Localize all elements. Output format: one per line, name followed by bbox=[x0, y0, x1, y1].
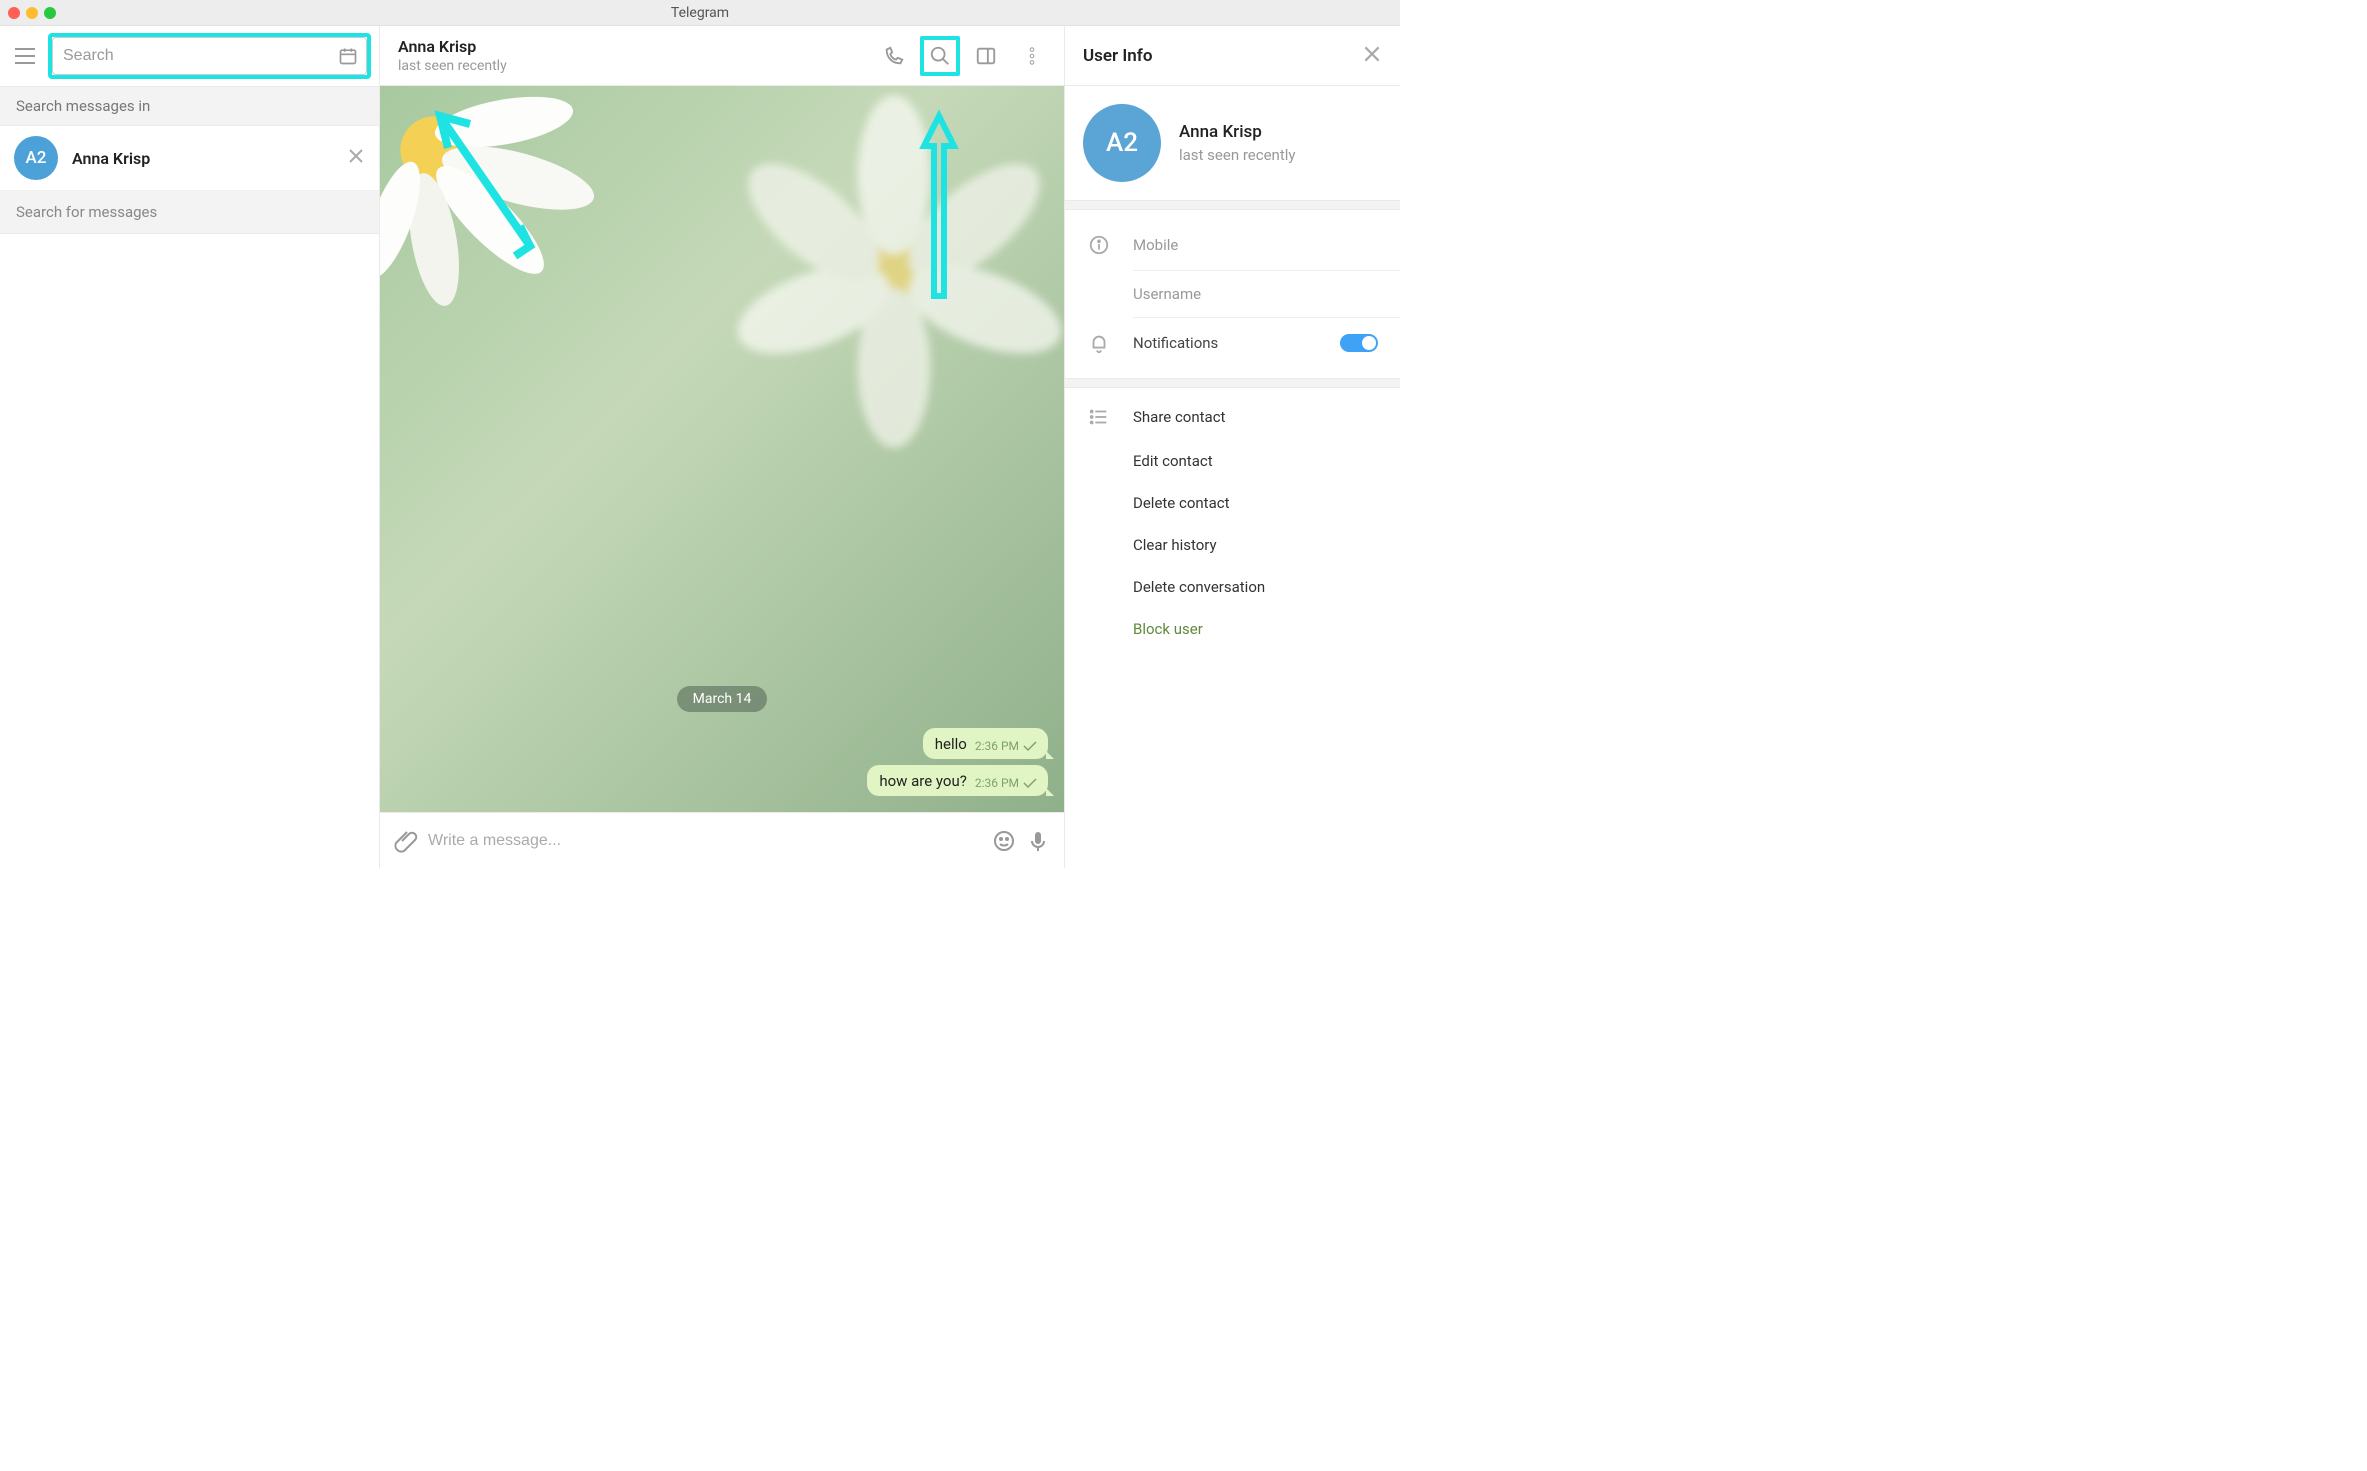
message-bubble[interactable]: how are you? 2:36 PM bbox=[867, 765, 1048, 796]
app-title: Telegram bbox=[671, 5, 729, 21]
background-flower-icon bbox=[712, 86, 1064, 448]
titlebar: Telegram bbox=[0, 0, 1400, 26]
message-time: 2:36 PM bbox=[975, 739, 1019, 753]
action-label: Block user bbox=[1133, 620, 1203, 638]
voice-button[interactable] bbox=[1026, 829, 1050, 853]
notifications-label: Notifications bbox=[1133, 334, 1318, 352]
action-label: Edit contact bbox=[1133, 452, 1213, 470]
phone-icon bbox=[883, 45, 905, 67]
maximize-window-icon[interactable] bbox=[44, 7, 56, 19]
annotation-arrow-icon bbox=[914, 106, 964, 306]
action-label: Delete conversation bbox=[1133, 578, 1265, 596]
share-contact-button[interactable]: Share contact bbox=[1065, 394, 1400, 440]
chat-header-info[interactable]: Anna Krisp last seen recently bbox=[398, 37, 874, 74]
chat-header-name: Anna Krisp bbox=[398, 37, 874, 56]
user-info-name: Anna Krisp bbox=[1179, 122, 1295, 142]
search-icon bbox=[929, 45, 951, 67]
user-info-title: User Info bbox=[1083, 46, 1152, 66]
action-label: Delete contact bbox=[1133, 494, 1230, 512]
message-text: how are you? bbox=[879, 772, 967, 790]
message-input[interactable] bbox=[428, 832, 982, 850]
search-input[interactable] bbox=[53, 47, 330, 65]
calendar-icon bbox=[338, 46, 358, 66]
check-icon bbox=[1022, 740, 1038, 752]
chat-body: March 14 hello 2:36 PM how are you? bbox=[380, 86, 1064, 812]
hamburger-icon bbox=[14, 47, 36, 65]
action-label: Clear history bbox=[1133, 536, 1217, 554]
clear-history-button[interactable]: Clear history bbox=[1065, 524, 1400, 566]
microphone-icon bbox=[1026, 829, 1050, 853]
delete-contact-button[interactable]: Delete contact bbox=[1065, 482, 1400, 524]
mobile-row[interactable]: Mobile bbox=[1065, 220, 1400, 270]
username-row[interactable]: Username bbox=[1065, 271, 1400, 317]
minimize-window-icon[interactable] bbox=[26, 7, 38, 19]
list-icon bbox=[1088, 406, 1110, 428]
chat-panel: Anna Krisp last seen recently bbox=[380, 26, 1064, 868]
edit-contact-button[interactable]: Edit contact bbox=[1065, 440, 1400, 482]
emoji-button[interactable] bbox=[992, 829, 1016, 853]
panel-icon bbox=[975, 45, 997, 67]
smile-icon bbox=[992, 829, 1016, 853]
clear-selected-chat-button[interactable] bbox=[347, 147, 365, 169]
username-label: Username bbox=[1133, 285, 1201, 303]
message-bubble[interactable]: hello 2:36 PM bbox=[923, 728, 1048, 759]
info-icon bbox=[1088, 234, 1110, 256]
search-hint: Search for messages bbox=[0, 191, 379, 234]
paperclip-icon bbox=[394, 829, 418, 853]
delete-conversation-button[interactable]: Delete conversation bbox=[1065, 566, 1400, 608]
close-info-button[interactable] bbox=[1362, 44, 1382, 68]
more-button[interactable] bbox=[1012, 36, 1052, 76]
call-button[interactable] bbox=[874, 36, 914, 76]
user-info-profile[interactable]: A2 Anna Krisp last seen recently bbox=[1065, 86, 1400, 200]
selected-chat-item[interactable]: A2 Anna Krisp bbox=[0, 126, 379, 191]
user-info-status: last seen recently bbox=[1179, 146, 1295, 164]
menu-button[interactable] bbox=[8, 39, 42, 73]
date-badge: March 14 bbox=[677, 686, 768, 712]
bell-icon bbox=[1088, 332, 1110, 354]
mobile-label: Mobile bbox=[1133, 236, 1178, 254]
window-controls bbox=[8, 7, 56, 19]
chat-header-status: last seen recently bbox=[398, 58, 874, 74]
message-text: hello bbox=[935, 735, 967, 753]
message-row: how are you? 2:36 PM bbox=[396, 765, 1048, 796]
more-vertical-icon bbox=[1021, 45, 1043, 67]
message-row: hello 2:36 PM bbox=[396, 728, 1048, 759]
attach-button[interactable] bbox=[394, 829, 418, 853]
notifications-row: Notifications bbox=[1065, 318, 1400, 368]
search-in-chat-button[interactable] bbox=[920, 36, 960, 76]
search-highlight bbox=[48, 33, 371, 79]
chat-name: Anna Krisp bbox=[72, 149, 347, 168]
annotation-arrow-icon bbox=[420, 106, 550, 286]
user-info-panel: User Info A2 Anna Krisp last seen recent… bbox=[1064, 26, 1400, 868]
composer bbox=[380, 812, 1064, 868]
sidebar-toggle-button[interactable] bbox=[966, 36, 1006, 76]
check-icon bbox=[1022, 777, 1038, 789]
sidebar: Search messages in A2 Anna Krisp Search … bbox=[0, 26, 380, 868]
close-icon bbox=[1362, 44, 1382, 64]
notifications-toggle[interactable] bbox=[1340, 334, 1378, 352]
block-user-button[interactable]: Block user bbox=[1065, 608, 1400, 650]
search-section-label: Search messages in bbox=[0, 86, 379, 126]
message-time: 2:36 PM bbox=[975, 776, 1019, 790]
action-label: Share contact bbox=[1133, 408, 1225, 426]
chat-header: Anna Krisp last seen recently bbox=[380, 26, 1064, 86]
avatar: A2 bbox=[14, 136, 58, 180]
close-icon bbox=[347, 147, 365, 165]
close-window-icon[interactable] bbox=[8, 7, 20, 19]
calendar-button[interactable] bbox=[330, 46, 366, 66]
avatar: A2 bbox=[1083, 104, 1161, 182]
